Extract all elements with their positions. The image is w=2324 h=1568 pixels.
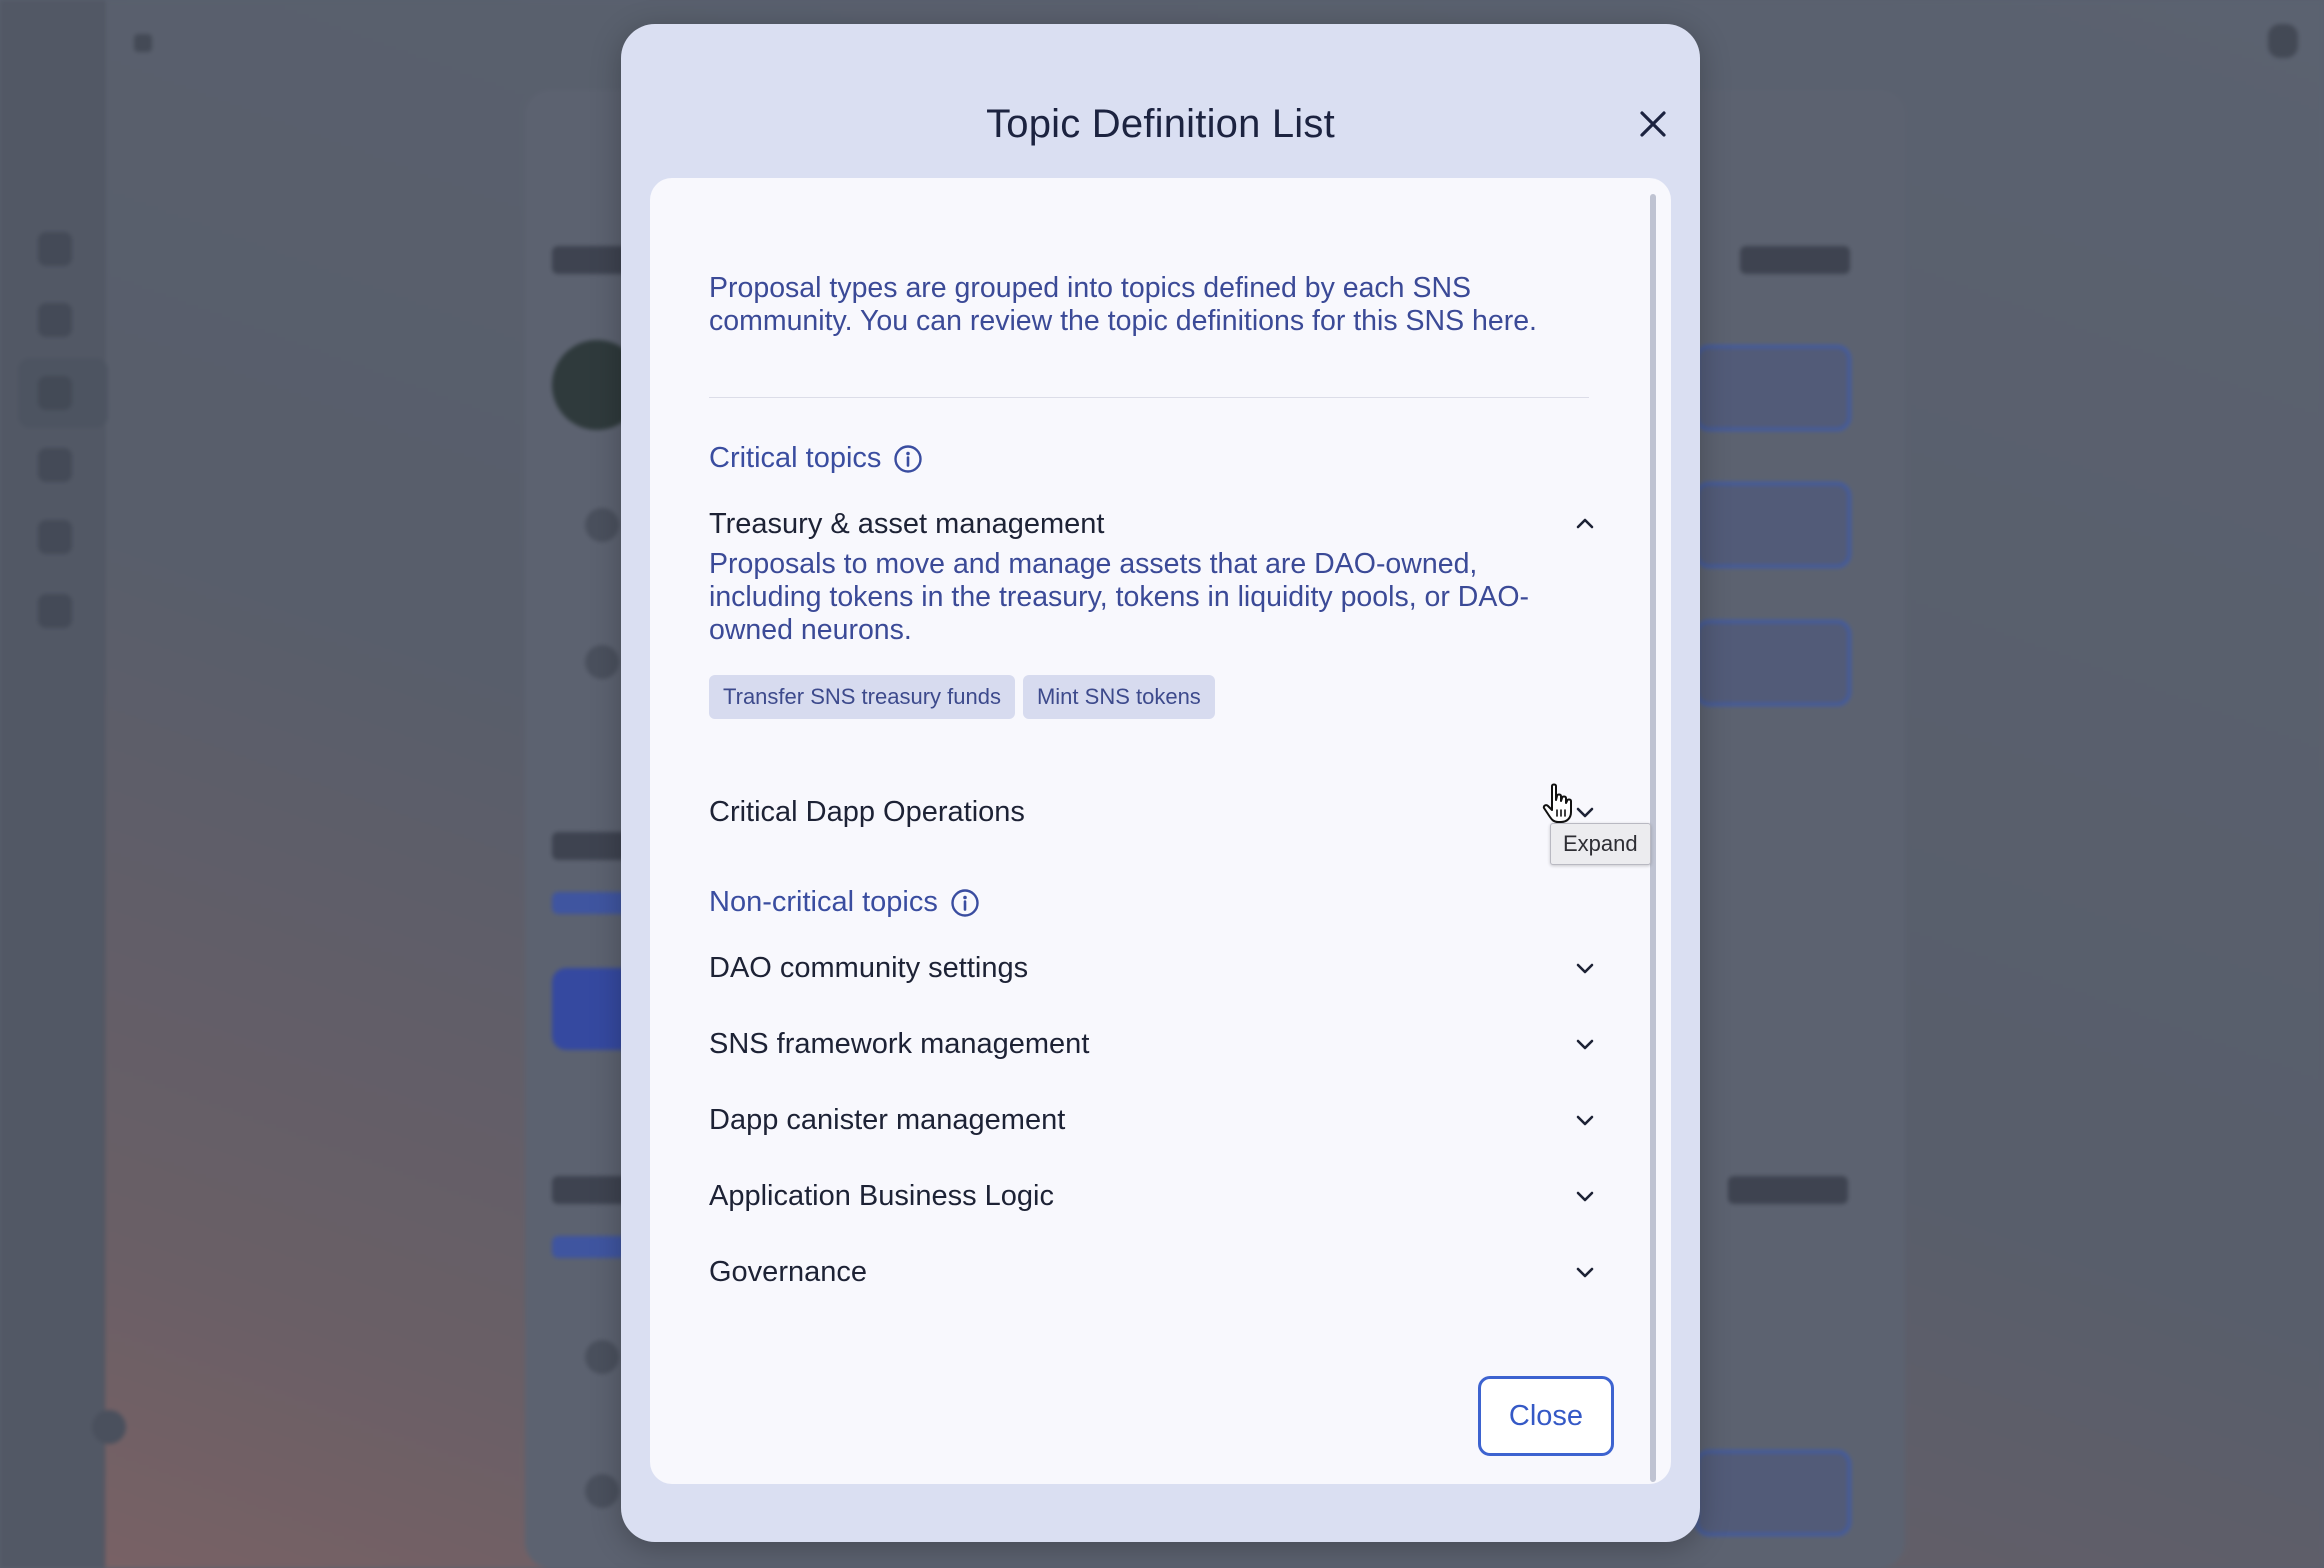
topic-dao-community-settings[interactable]: DAO community settings	[709, 940, 1609, 996]
chevron-down-icon[interactable]	[1571, 1106, 1599, 1134]
critical-topics-label: Critical topics	[709, 442, 882, 474]
background-link	[552, 892, 632, 914]
non-critical-topics-label: Non-critical topics	[709, 886, 938, 918]
info-icon[interactable]	[893, 444, 923, 474]
hand-pointer-cursor	[1542, 783, 1572, 823]
chevron-up-icon[interactable]	[1571, 510, 1599, 538]
background-menu-icon	[134, 34, 152, 52]
background-icon	[585, 508, 619, 542]
background-button	[1695, 620, 1851, 706]
background-button	[1695, 345, 1851, 431]
topic-dapp-canister-management[interactable]: Dapp canister management	[709, 1092, 1609, 1148]
topic-label: Governance	[709, 1255, 867, 1288]
topic-label: Dapp canister management	[709, 1103, 1066, 1136]
divider	[709, 397, 1589, 398]
background-button	[1695, 1450, 1851, 1536]
chevron-down-icon[interactable]	[1571, 1030, 1599, 1058]
topic-label: DAO community settings	[709, 951, 1029, 984]
background-nav-icon	[38, 376, 72, 410]
scrollbar[interactable]	[1650, 194, 1656, 1482]
critical-topics-heading: Critical topics	[709, 442, 923, 475]
background-nav-icon	[38, 303, 72, 337]
topic-label: Treasury & asset management	[709, 507, 1105, 540]
background-nav-icon	[38, 520, 72, 554]
background-nav-icon	[38, 232, 72, 266]
topic-critical-dapp-operations[interactable]: Critical Dapp Operations	[709, 784, 1609, 840]
background-icon	[585, 645, 619, 679]
topic-sns-framework-management[interactable]: SNS framework management	[709, 1016, 1609, 1072]
topic-governance[interactable]: Governance	[709, 1244, 1609, 1300]
background-toggle-icon	[92, 1410, 126, 1444]
chevron-down-icon[interactable]	[1571, 1258, 1599, 1286]
topic-treasury[interactable]: Treasury & asset management	[709, 496, 1609, 552]
background-user-icon	[2268, 24, 2298, 58]
proposal-type-tags: Transfer SNS treasury funds Mint SNS tok…	[709, 675, 1215, 719]
close-icon[interactable]	[1621, 92, 1685, 156]
modal-title: Topic Definition List	[986, 102, 1335, 146]
topic-label: SNS framework management	[709, 1027, 1090, 1060]
chevron-down-icon[interactable]	[1571, 1182, 1599, 1210]
background-text	[1728, 1176, 1848, 1204]
expand-tooltip: Expand	[1550, 823, 1651, 865]
non-critical-topics-heading: Non-critical topics	[709, 886, 980, 919]
background-icon	[585, 1474, 619, 1508]
background-nav-icon	[38, 594, 72, 628]
background-text	[1740, 246, 1850, 274]
tag-transfer-treasury-funds: Transfer SNS treasury funds	[709, 675, 1015, 719]
topic-label: Application Business Logic	[709, 1179, 1054, 1212]
topic-definition-modal: Topic Definition List Proposal types are…	[621, 24, 1700, 1542]
background-nav-icon	[38, 448, 72, 482]
modal-body: Proposal types are grouped into topics d…	[650, 178, 1671, 1484]
topic-description: Proposals to move and manage assets that…	[709, 548, 1530, 646]
chevron-down-icon[interactable]	[1571, 954, 1599, 982]
close-button[interactable]: Close	[1478, 1376, 1614, 1456]
background-link	[552, 1236, 632, 1258]
topic-label: Critical Dapp Operations	[709, 795, 1025, 828]
tag-mint-sns-tokens: Mint SNS tokens	[1022, 675, 1215, 719]
info-icon[interactable]	[950, 888, 980, 918]
topic-application-business-logic[interactable]: Application Business Logic	[709, 1168, 1609, 1224]
background-icon	[585, 1340, 619, 1374]
background-sidebar	[0, 0, 126, 1568]
intro-text: Proposal types are grouped into topics d…	[709, 272, 1537, 337]
background-button	[1695, 482, 1851, 568]
